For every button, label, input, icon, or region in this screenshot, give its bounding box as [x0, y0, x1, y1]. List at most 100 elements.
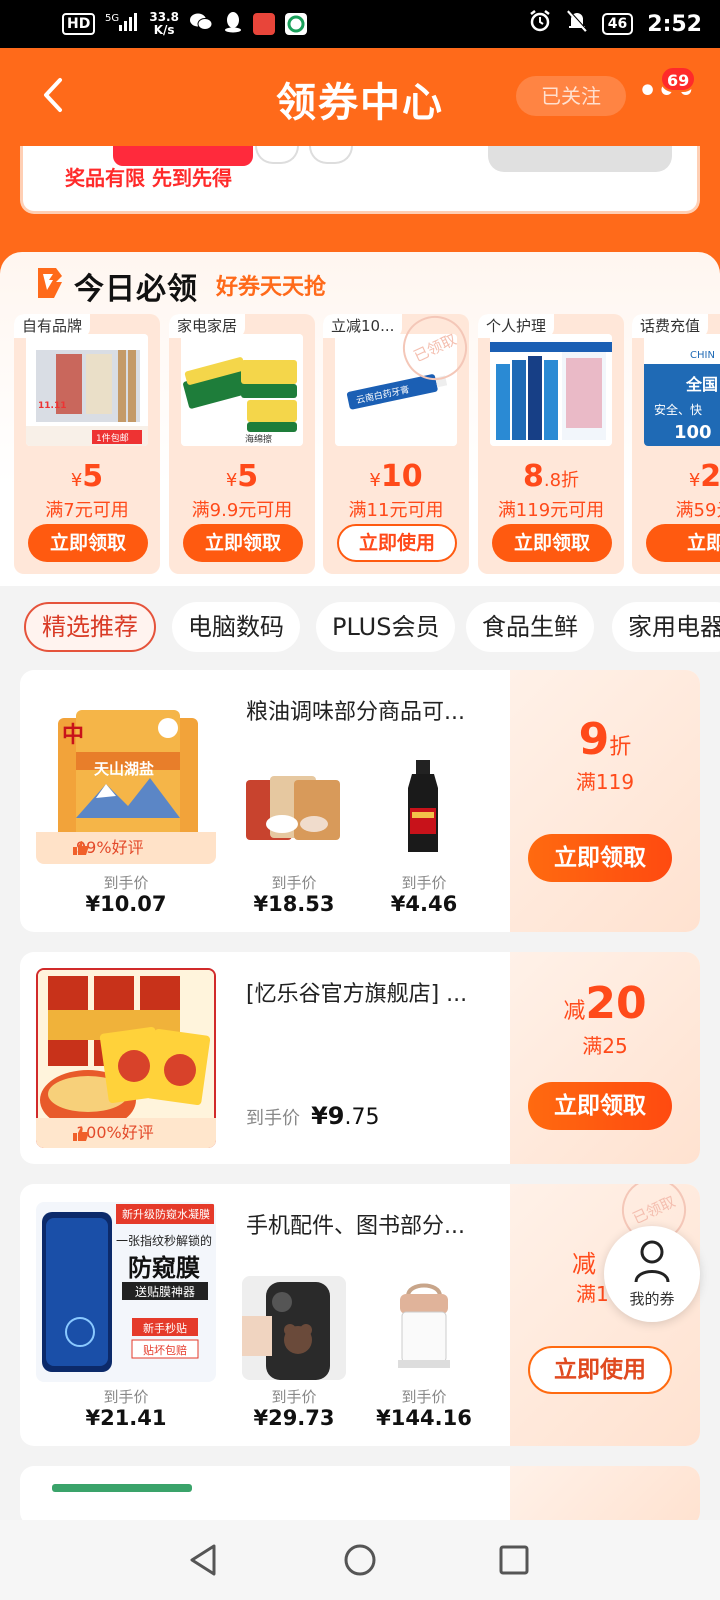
price-label: 到手价 [103, 874, 149, 892]
svg-text:中: 中 [62, 723, 84, 748]
coupon-row[interactable]: 11.11 1件包邮 自有品牌 ¥5 满7元可用 立即领取 海绵擦 家电家居 ¥… [14, 314, 720, 574]
follow-button[interactable]: 已关注 [516, 76, 626, 116]
mute-icon [566, 9, 588, 39]
my-coupons-button[interactable]: 我的券 [604, 1226, 700, 1322]
home-circle-icon[interactable] [340, 1540, 380, 1580]
tab-food[interactable]: 食品生鲜 [466, 602, 594, 652]
product-label: 贴坏包赔 [143, 1344, 187, 1357]
price-dec: .75 [344, 1105, 380, 1130]
coupon-condition: 满11元可用 [348, 500, 444, 521]
signal-icon: 5G [105, 11, 139, 38]
price-label: 到手价 [401, 874, 447, 892]
discount-condition: 满119 [575, 770, 635, 794]
prize-text: 奖品有限 先到先得 [65, 166, 232, 190]
top-header: 领券中心 已关注 ••• 69 [0, 48, 720, 148]
claim-button[interactable]: 立即领取 [183, 524, 303, 562]
coupon-amount: ¥5 [225, 459, 259, 494]
price-label: 到手价 [271, 874, 317, 892]
thumbs-up-icon [73, 841, 89, 855]
coupon-card[interactable]: CHIN 全国 安全、快 100 话费充值 ¥2 满59元 立即 [632, 314, 720, 574]
claim-button[interactable]: 立即领取 [528, 1082, 672, 1130]
tab-computers[interactable]: 电脑数码 [172, 602, 300, 652]
rating-bar: 99%好评 [36, 832, 216, 864]
svg-text:全国: 全国 [685, 375, 718, 394]
coupon-side [510, 1466, 700, 1526]
mobile-app-icon [284, 13, 307, 35]
alarm-icon [528, 9, 552, 39]
user-icon [634, 1240, 670, 1283]
coupon-card[interactable]: 海绵擦 家电家居 ¥5 满9.9元可用 立即领取 [169, 314, 315, 574]
price-value: ¥29.73 [253, 1406, 335, 1430]
claim-button[interactable]: 立即领取 [28, 524, 148, 562]
coupon-category: 话费充值 [632, 314, 709, 338]
today-section: 今日必领 好券天天抢 11.11 1件包邮 自有品牌 ¥5 满7元可用 立即领取… [0, 252, 720, 586]
prize-button[interactable] [488, 146, 672, 172]
product-label: 天山湖盐 [94, 760, 155, 778]
thumbs-up-icon [73, 1127, 89, 1141]
price-row: 到手价 ¥9.75 [246, 1102, 380, 1130]
coupon-category: 立减10... [323, 314, 403, 338]
recents-square-icon[interactable] [494, 1540, 534, 1580]
wechat-icon [189, 12, 213, 37]
price-label: 到手价 [401, 1388, 447, 1406]
claim-button[interactable]: 立即领取 [492, 524, 612, 562]
coupon-amount: ¥5 [70, 459, 104, 494]
card-title: 手机配件、图书部分... [246, 1214, 465, 1239]
coupon-condition: 满9.9元可用 [191, 500, 293, 521]
message-badge: 69 [660, 66, 697, 92]
back-triangle-icon[interactable] [184, 1540, 224, 1580]
coupon-category: 自有品牌 [14, 314, 91, 338]
product-image: 海绵擦 [181, 334, 303, 446]
status-left: HD 5G 33.8 K/s [62, 11, 307, 38]
product-image: 11.11 1件包邮 [26, 334, 148, 446]
qq-icon [223, 11, 243, 38]
network-speed: 33.8 K/s [149, 10, 179, 37]
use-button[interactable]: 立即使用 [528, 1346, 672, 1394]
product-thumb [242, 1276, 346, 1380]
svg-text:CHIN: CHIN [690, 350, 715, 361]
status-right: 46 2:52 [528, 9, 702, 39]
coupon-side: 9折 满119 立即领取 [510, 670, 700, 932]
svg-text:安全、快: 安全、快 [654, 402, 702, 417]
price-value: ¥144.16 [376, 1406, 472, 1430]
coupon-card[interactable]: 云南白药牙膏 立减10... 已领取 ¥10 满11元可用 立即使用 [323, 314, 469, 574]
today-subtitle: 好券天天抢 [216, 275, 327, 300]
coupon-card[interactable]: 11.11 1件包邮 自有品牌 ¥5 满7元可用 立即领取 [14, 314, 160, 574]
card-title: [忆乐谷官方旗舰店] ... [246, 982, 468, 1007]
coupon-list-card[interactable]: 100%好评 [忆乐谷官方旗舰店] ... 到手价 ¥9.75 减20 满25 … [20, 952, 700, 1164]
coupon-list-card[interactable]: 中 天山湖盐 99%好评 到手价 ¥10.07 粮油调味部分商品可... 到手价… [20, 670, 700, 932]
coupon-condition: 满59元 [675, 500, 720, 521]
system-nav-bar [0, 1520, 720, 1600]
coupon-list-card[interactable]: 新升级防窥水凝膜 一张指纹秒解锁的 防窥膜 送贴膜神器 新手秒贴 贴坏包赔 到手… [20, 1184, 700, 1446]
tab-appliances[interactable]: 家用电器 [612, 602, 720, 652]
product-label: 送贴膜神器 [134, 1285, 195, 1299]
product-label: 新手秒贴 [143, 1322, 187, 1335]
discount-value: 9折 [578, 714, 632, 765]
battery-icon: 46 [601, 13, 634, 35]
coupon-amount: ¥10 [369, 459, 423, 494]
use-button[interactable]: 立即使用 [337, 524, 457, 562]
product-thumb [242, 754, 346, 858]
price-value: ¥4.46 [390, 892, 458, 916]
price-value: ¥18.53 [253, 892, 335, 916]
coupon-card[interactable]: 个人护理 8.8折 满119元可用 立即领取 [478, 314, 624, 574]
product-thumb [372, 1276, 476, 1380]
clock: 2:52 [647, 11, 702, 37]
product-image-partial [52, 1484, 192, 1492]
prize-banner[interactable]: 奖品有限 先到先得 [20, 146, 700, 214]
claim-button[interactable]: 立即 [646, 524, 720, 562]
svg-text:海绵擦: 海绵擦 [245, 433, 272, 445]
coupon-side: 减20 满25 立即领取 [510, 952, 700, 1164]
svg-text:1件包邮: 1件包邮 [96, 432, 129, 444]
product-thumb [372, 754, 476, 858]
main-product-image: 新升级防窥水凝膜 一张指纹秒解锁的 防窥膜 送贴膜神器 新手秒贴 贴坏包赔 [36, 1202, 216, 1382]
category-tabs: 精选推荐 电脑数码 PLUS会员 食品生鲜 家用电器 [0, 598, 720, 654]
product-label: 防窥膜 [128, 1254, 200, 1282]
hd-indicator: HD [62, 13, 96, 35]
claim-button[interactable]: 立即领取 [528, 834, 672, 882]
tab-featured[interactable]: 精选推荐 [24, 602, 156, 652]
coupon-list-card[interactable] [20, 1466, 700, 1526]
product-label: 一张指纹秒解锁的 [115, 1234, 212, 1248]
coupon-condition: 满7元可用 [45, 500, 129, 521]
tab-plus[interactable]: PLUS会员 [316, 602, 456, 652]
